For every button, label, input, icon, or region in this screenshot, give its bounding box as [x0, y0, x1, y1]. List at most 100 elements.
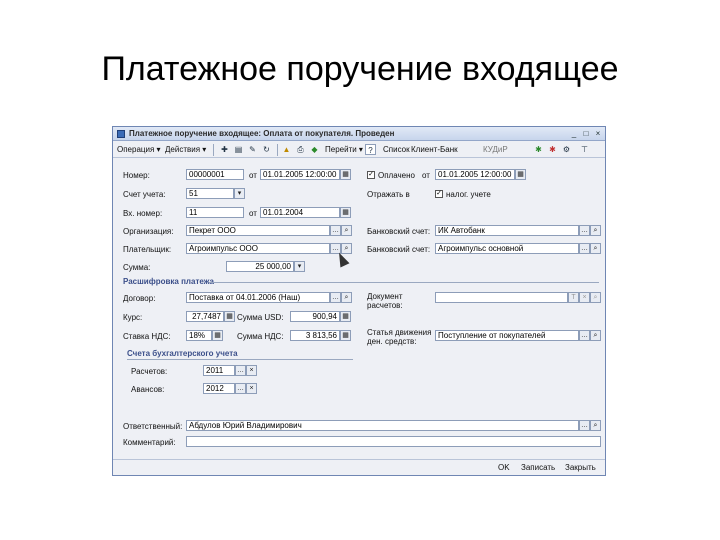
type-icon[interactable]: T	[568, 292, 579, 303]
settlements-input[interactable]: 2011	[203, 365, 235, 376]
settings-icon[interactable]: ⚙	[561, 144, 572, 155]
warning-icon[interactable]: ▲	[281, 144, 292, 155]
settlements-label: Расчетов:	[131, 367, 168, 376]
calculator-icon[interactable]: ▦	[340, 311, 351, 322]
document-window: Платежное поручение входящее: Оплата от …	[112, 126, 606, 476]
calculator-icon[interactable]: ▾	[294, 261, 305, 272]
ellipsis-icon[interactable]: …	[579, 225, 590, 236]
comment-label: Комментарий:	[123, 438, 176, 447]
tax-label: Отражать в	[367, 190, 410, 199]
clear-icon[interactable]: ×	[579, 292, 590, 303]
window-title: Платежное поручение входящее: Оплата от …	[129, 129, 395, 138]
paid-label: Оплачено	[378, 171, 415, 180]
close-button[interactable]: Закрыть	[565, 463, 596, 472]
search-icon[interactable]: ⌕	[590, 225, 601, 236]
help-button[interactable]: ?	[365, 144, 376, 155]
print-icon[interactable]: ⎙	[295, 144, 306, 155]
account-input[interactable]: 51	[186, 188, 234, 199]
search-icon[interactable]: ⌕	[341, 292, 352, 303]
cash-flow-input[interactable]: Поступление от покупателей	[435, 330, 579, 341]
calendar-icon[interactable]: ▦	[340, 169, 351, 180]
date-input[interactable]: 01.01.2005 12:00:00	[260, 169, 340, 180]
client-bank-button[interactable]: Клиент-Банк	[411, 145, 458, 154]
incoming-number-input[interactable]: 11	[186, 207, 244, 218]
cash-flow-label-line2: ден. средств:	[367, 337, 417, 346]
sum-usd-input[interactable]: 900,94	[290, 311, 340, 322]
post-icon[interactable]: ✚	[219, 144, 230, 155]
calendar-icon[interactable]: ▦	[515, 169, 526, 180]
incoming-date-input[interactable]: 01.01.2004	[260, 207, 340, 218]
toolbar-separator	[277, 144, 278, 156]
search-icon[interactable]: ⌕	[590, 292, 601, 303]
button-bar: OK Записать Закрыть	[113, 459, 605, 475]
payer-bank-account-input[interactable]: Агроимпульс основной	[435, 243, 579, 254]
accounts-section-title: Счета бухгалтерского учета	[127, 349, 238, 358]
paid-from-label: от	[422, 171, 430, 180]
settlement-doc-label: Документ	[367, 292, 403, 301]
clear-icon[interactable]: ×	[246, 365, 257, 376]
filter-icon[interactable]: ⊤	[579, 144, 590, 155]
calendar-icon[interactable]: ▦	[340, 207, 351, 218]
organization-input[interactable]: Пекрет ООО	[186, 225, 330, 236]
chevron-down-icon[interactable]: ▾	[234, 188, 245, 199]
kudir-button[interactable]: КУДиР	[483, 145, 508, 154]
calculator-icon[interactable]: ▦	[340, 330, 351, 341]
account-label: Счет учета:	[123, 190, 166, 199]
actions-menu[interactable]: Действия ▾	[165, 145, 206, 154]
save-button[interactable]: Записать	[521, 463, 555, 472]
ellipsis-icon[interactable]: …	[579, 243, 590, 254]
maximize-button[interactable]: □	[581, 129, 591, 138]
ellipsis-icon[interactable]: …	[235, 383, 246, 394]
organization-label: Организация:	[123, 227, 174, 236]
ellipsis-icon[interactable]: …	[235, 365, 246, 376]
sum-usd-label: Сумма USD:	[237, 313, 284, 322]
sum-input[interactable]: 25 000,00	[226, 261, 294, 272]
edit-icon[interactable]: ✎	[247, 144, 258, 155]
search-icon[interactable]: ⌕	[590, 243, 601, 254]
ellipsis-icon[interactable]: …	[579, 330, 590, 341]
incoming-number-label: Вх. номер:	[123, 209, 163, 218]
payer-input[interactable]: Агроимпульс ООО	[186, 243, 330, 254]
minimize-button[interactable]: _	[569, 129, 579, 138]
structure-icon[interactable]: ◆	[309, 144, 320, 155]
refresh-icon[interactable]: ↻	[261, 144, 272, 155]
operation-menu[interactable]: Операция ▾	[117, 145, 161, 154]
movements-icon[interactable]: ✱	[547, 144, 558, 155]
calculator-icon[interactable]: ▦	[212, 330, 223, 341]
vat-sum-label: Сумма НДС:	[237, 332, 284, 341]
search-icon[interactable]: ⌕	[590, 330, 601, 341]
number-label: Номер:	[123, 171, 150, 180]
settlement-doc-label-line2: расчетов:	[367, 301, 403, 310]
goto-menu[interactable]: Перейти ▾	[325, 145, 363, 154]
paid-date-input[interactable]: 01.01.2005 12:00:00	[435, 169, 515, 180]
dt-kt-icon[interactable]: ✱	[533, 144, 544, 155]
settlement-doc-input[interactable]	[435, 292, 568, 303]
clear-icon[interactable]: ×	[246, 383, 257, 394]
advances-input[interactable]: 2012	[203, 383, 235, 394]
ellipsis-icon[interactable]: …	[579, 420, 590, 431]
number-input[interactable]: 00000001	[186, 169, 244, 180]
ok-button[interactable]: OK	[498, 463, 510, 472]
bank-account-label: Банковский счет:	[367, 227, 431, 236]
search-icon[interactable]: ⌕	[341, 225, 352, 236]
ellipsis-icon[interactable]: …	[330, 292, 341, 303]
tax-value: налог. учете	[446, 190, 491, 199]
bank-account-input[interactable]: ИК Автобанк	[435, 225, 579, 236]
contract-input[interactable]: Поставка от 04.01.2006 (Наш)	[186, 292, 330, 303]
responsible-input[interactable]: Абдулов Юрий Владимирович	[186, 420, 579, 431]
ellipsis-icon[interactable]: …	[330, 225, 341, 236]
comment-input[interactable]	[186, 436, 601, 447]
vat-sum-input[interactable]: 3 813,56	[290, 330, 340, 341]
paid-checkbox[interactable]: ✓	[367, 171, 375, 179]
from-label: от	[249, 209, 257, 218]
close-window-button[interactable]: ×	[593, 129, 603, 138]
rate-input[interactable]: 27,7487	[186, 311, 224, 322]
search-icon[interactable]: ⌕	[590, 420, 601, 431]
vat-rate-input[interactable]: 18%	[186, 330, 212, 341]
list-button[interactable]: Список	[383, 145, 410, 154]
section-divider	[209, 282, 599, 283]
cash-flow-label: Статья движения	[367, 328, 432, 337]
calculator-icon[interactable]: ▦	[224, 311, 235, 322]
copy-icon[interactable]: ▤	[233, 144, 244, 155]
tax-checkbox[interactable]: ✓	[435, 190, 443, 198]
